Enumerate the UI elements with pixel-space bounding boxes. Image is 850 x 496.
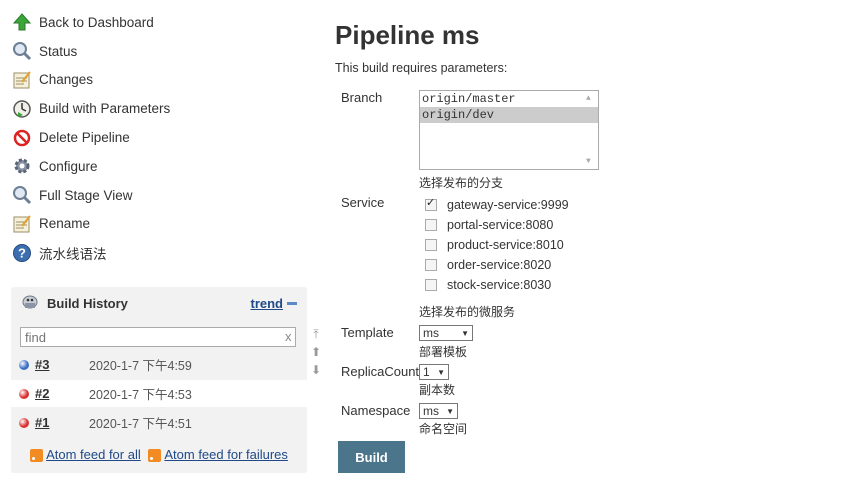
collapse-icon[interactable] (287, 301, 297, 305)
history-scroll-controls: ⤒ ⬆ ⬇ (309, 327, 323, 381)
build-date: 2020-1-7 下午4:59 (89, 359, 192, 373)
build-number-link[interactable]: #1 (35, 415, 75, 430)
build-row: #1 2020-1-7 下午4:51 (11, 409, 307, 436)
menu-label: Configure (39, 158, 98, 174)
build-history-title: Build History (47, 295, 128, 311)
up-arrow-icon (11, 11, 33, 33)
service-checkbox[interactable] (425, 239, 437, 251)
branch-label: Branch (341, 90, 383, 105)
rss-icon (30, 449, 44, 463)
rss-icon (148, 449, 162, 463)
menu-configure[interactable]: Configure (11, 152, 311, 181)
clear-search-icon[interactable]: x (285, 329, 292, 344)
menu-rename[interactable]: Rename (11, 210, 311, 239)
scroll-up-icon[interactable]: ⬆ (309, 345, 323, 363)
menu-label: 流水线语法 (39, 246, 107, 262)
service-checkbox[interactable] (425, 259, 437, 271)
build-search-input[interactable] (20, 327, 296, 347)
chevron-down-icon: ▼ (461, 328, 469, 338)
menu-label: Rename (39, 216, 91, 232)
build-status-ball-icon (19, 388, 29, 399)
menu-label: Back to Dashboard (39, 14, 154, 30)
clock-icon (11, 98, 33, 120)
atom-feed-all-link[interactable]: Atom feed for all (46, 447, 141, 462)
service-checkbox[interactable] (425, 279, 437, 291)
replica-select-value: 1 (423, 365, 430, 379)
service-option[interactable]: stock-service:8030 (425, 275, 551, 295)
namespace-label: Namespace (341, 403, 411, 418)
branch-option[interactable]: origin/master (420, 91, 598, 107)
namespace-select-value: ms (423, 404, 439, 418)
side-menu: Back to Dashboard Status Changes Build w… (11, 8, 311, 267)
replica-description: 副本数 (419, 383, 456, 397)
template-select-value: ms (423, 326, 439, 340)
menu-status[interactable]: Status (11, 37, 311, 66)
atom-feed-failures-link[interactable]: Atom feed for failures (164, 447, 288, 462)
service-label: Service (341, 195, 385, 210)
branch-description: 选择发布的分支 (419, 176, 504, 190)
replica-label: ReplicaCount (341, 364, 420, 379)
replica-select[interactable]: 1 ▼ (419, 364, 449, 380)
service-option-label: gateway-service:9999 (447, 198, 569, 212)
build-date: 2020-1-7 下午4:53 (89, 388, 192, 402)
build-date: 2020-1-7 下午4:51 (89, 417, 192, 431)
build-row: #2 2020-1-7 下午4:53 (11, 380, 307, 407)
build-history-panel: Build History trend x ⤒ ⬆ ⬇ #3 2020-1-7 … (11, 287, 321, 473)
magnifier-icon (11, 40, 33, 62)
build-status-ball-icon (19, 359, 29, 370)
chevron-down-icon: ▼ (446, 406, 454, 416)
service-checkbox[interactable] (425, 219, 437, 231)
service-option[interactable]: product-service:8010 (425, 235, 564, 255)
build-history-header: Build History trend (11, 287, 307, 319)
magnifier-icon (11, 184, 33, 206)
service-checkbox-checked[interactable] (425, 196, 437, 211)
service-option[interactable]: gateway-service:9999 (425, 195, 569, 215)
service-description: 选择发布的微服务 (419, 305, 516, 319)
menu-build-with-parameters[interactable]: Build with Parameters (11, 94, 311, 123)
namespace-description: 命名空间 (419, 422, 468, 436)
menu-label: Delete Pipeline (39, 130, 130, 146)
build-history-icon (21, 294, 39, 313)
menu-label: Changes (39, 72, 94, 88)
service-option-label: portal-service:8080 (447, 218, 554, 232)
menu-back-to-dashboard[interactable]: Back to Dashboard (11, 8, 311, 37)
notepad-icon (11, 69, 33, 91)
atom-feeds: Atom feed for all Atom feed for failures (11, 447, 307, 463)
menu-changes[interactable]: Changes (11, 66, 311, 95)
service-option-label: stock-service:8030 (447, 278, 552, 292)
menu-pipeline-syntax[interactable]: ? 流水线语法 (11, 238, 311, 267)
menu-label: Full Stage View (39, 187, 133, 203)
branch-option-selected[interactable]: origin/dev (420, 107, 598, 123)
svg-text:?: ? (18, 245, 26, 260)
trend-link[interactable]: trend (251, 296, 284, 311)
service-option-label: product-service:8010 (447, 238, 564, 252)
service-option[interactable]: order-service:8020 (425, 255, 551, 275)
menu-label: Build with Parameters (39, 101, 171, 117)
build-number-link[interactable]: #2 (35, 386, 75, 401)
page-subtitle: This build requires parameters: (335, 61, 508, 75)
build-row: #3 2020-1-7 下午4:59 (11, 351, 307, 378)
template-description: 部署模板 (419, 345, 468, 359)
branch-select-list[interactable]: origin/master origin/dev ▲ ▼ (419, 90, 599, 170)
page-title: Pipeline ms (335, 20, 480, 50)
scroll-down-icon[interactable]: ⬇ (309, 363, 323, 381)
service-option-label: order-service:8020 (447, 258, 552, 272)
notepad-icon (11, 213, 33, 235)
build-status-ball-icon (19, 417, 29, 428)
menu-full-stage-view[interactable]: Full Stage View (11, 181, 311, 210)
menu-delete-pipeline[interactable]: Delete Pipeline (11, 123, 311, 152)
no-entry-icon (11, 127, 33, 149)
menu-label: Status (39, 43, 78, 59)
gear-icon (11, 155, 33, 177)
scroll-top-icon[interactable]: ⤒ (309, 327, 323, 345)
namespace-select[interactable]: ms ▼ (419, 403, 458, 419)
template-label: Template (341, 325, 394, 340)
template-select[interactable]: ms ▼ (419, 325, 473, 341)
branch-scrollbar[interactable]: ▲ ▼ (582, 91, 598, 169)
chevron-down-icon: ▼ (437, 367, 445, 377)
help-icon: ? (11, 242, 33, 264)
build-number-link[interactable]: #3 (35, 357, 75, 372)
service-option[interactable]: portal-service:8080 (425, 215, 553, 235)
build-button[interactable]: Build (338, 441, 405, 473)
